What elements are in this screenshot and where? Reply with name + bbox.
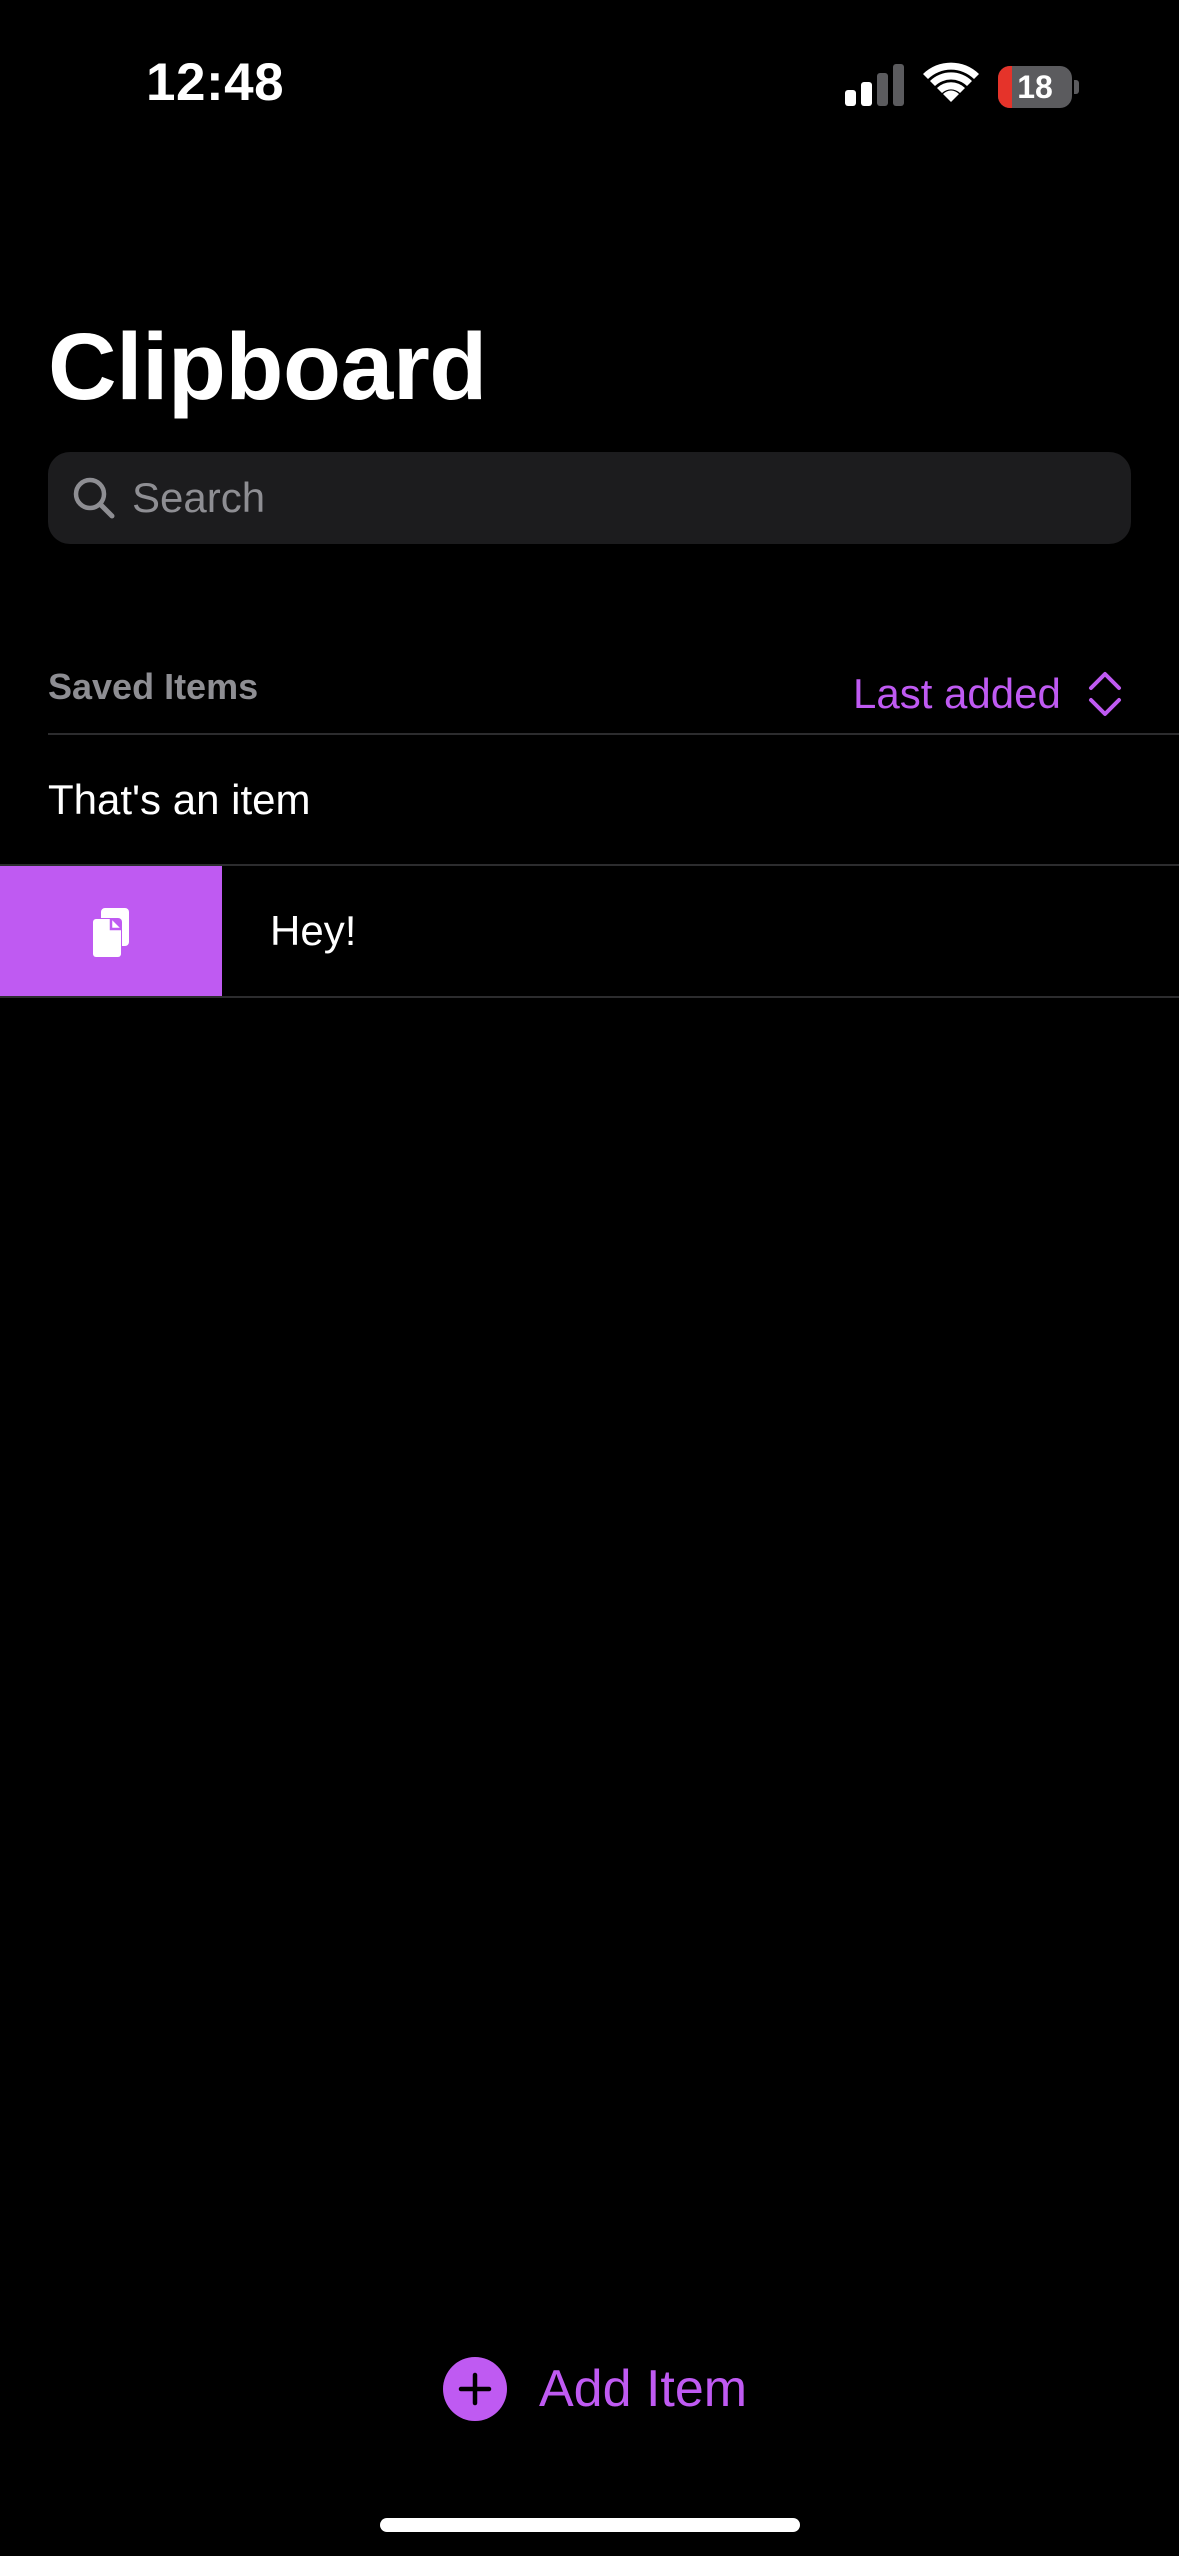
copy-icon [92, 908, 129, 958]
battery-level: 18 [1017, 69, 1053, 105]
list-item[interactable]: That's an item [0, 735, 1179, 865]
status-time: 12:48 [146, 53, 285, 112]
home-indicator[interactable] [380, 2518, 800, 2532]
wifi-icon [923, 62, 979, 102]
list-item-text: That's an item [48, 776, 311, 823]
divider [0, 996, 1179, 998]
battery-icon: 18 [998, 66, 1079, 108]
plus-circle-icon [443, 2357, 507, 2421]
sort-label: Last added [853, 670, 1061, 717]
copy-button[interactable] [0, 866, 222, 996]
search-input[interactable] [132, 452, 1092, 544]
sort-button[interactable]: Last added [853, 664, 1123, 724]
cellular-signal-icon [845, 64, 905, 106]
chevron-up-down-icon [1088, 672, 1121, 716]
add-item-label: Add Item [539, 2360, 748, 2418]
list-item-text: Hey! [270, 907, 357, 954]
section-header: Saved Items [48, 666, 259, 707]
page-title: Clipboard [48, 314, 487, 420]
list-item[interactable]: Hey! [0, 866, 1179, 996]
add-item-button[interactable]: Add Item [443, 2356, 747, 2422]
search-field[interactable] [48, 452, 1131, 544]
status-bar: 12:48 18 [0, 0, 1179, 170]
search-icon [73, 477, 115, 519]
